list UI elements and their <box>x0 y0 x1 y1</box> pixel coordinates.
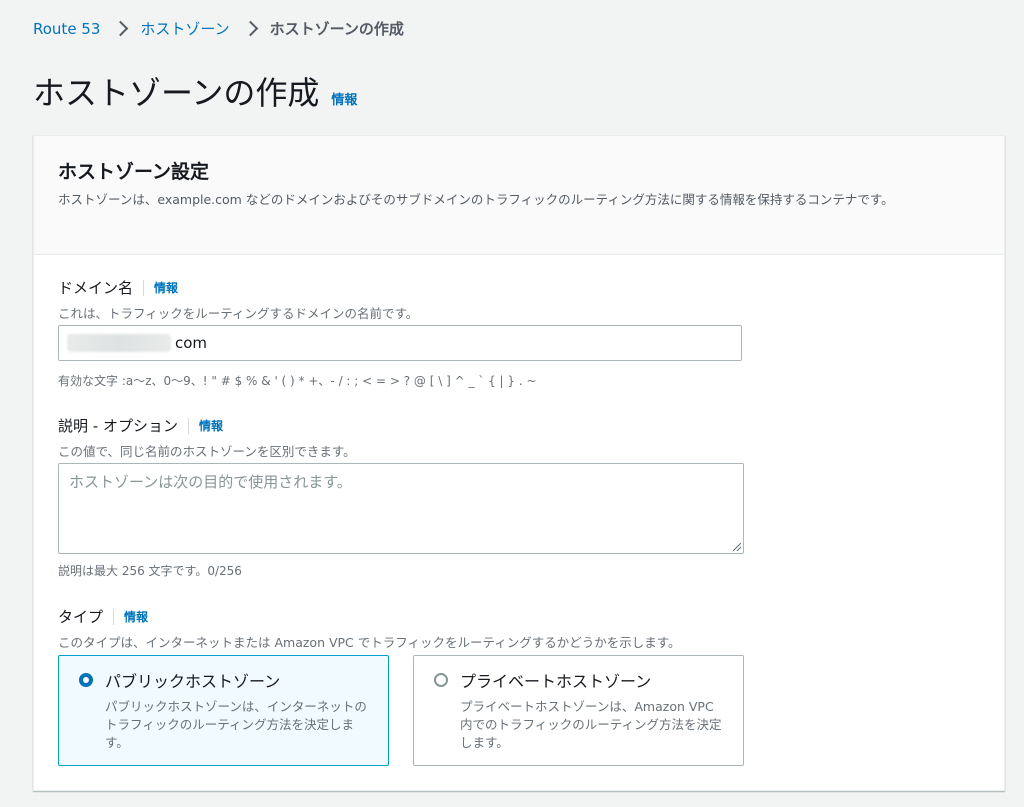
comment-description: この値で、同じ名前のホストゾーンを区別できます。 <box>58 444 356 459</box>
private-hosted-zone-description: プライベートホストゾーンは、Amazon VPC 内でのトラフィックのルーティン… <box>460 699 722 750</box>
breadcrumb-hosted-zones[interactable]: ホストゾーン <box>140 18 229 39</box>
divider <box>143 279 145 296</box>
domain-name-input[interactable]: com <box>58 325 742 361</box>
type-label: タイプ <box>58 608 104 626</box>
radio-unchecked-icon[interactable] <box>434 673 448 687</box>
radio-checked-icon[interactable] <box>79 673 93 687</box>
page-header: ホストゾーンの作成 情報 <box>33 68 357 114</box>
breadcrumb-route53[interactable]: Route 53 <box>33 20 100 38</box>
private-hosted-zone-tile[interactable]: プライベートホストゾーン プライベートホストゾーンは、Amazon VPC 内で… <box>413 655 744 766</box>
domain-name-description: これは、トラフィックをルーティングするドメインの名前です。 <box>58 306 419 321</box>
chevron-right-icon <box>113 20 129 37</box>
panel-header: ホストゾーン設定 ホストゾーンは、example.com などのドメインおよびそ… <box>34 136 1004 255</box>
comment-info-link[interactable]: 情報 <box>199 417 223 434</box>
comment-field: 説明 - オプション 情報 この値で、同じ名前のホストゾーンを区別できます。 <box>58 415 356 460</box>
hosted-zone-settings-panel: ホストゾーン設定 ホストゾーンは、example.com などのドメインおよびそ… <box>33 135 1005 791</box>
resize-handle-icon[interactable] <box>733 543 741 551</box>
domain-name-field: ドメイン名 情報 これは、トラフィックをルーティングするドメインの名前です。 <box>58 277 418 322</box>
domain-name-hint: 有効な文字 :a～z、0～9、! " # $ % & ' ( ) * +、- /… <box>58 374 537 388</box>
type-description: このタイプは、インターネットまたは Amazon VPC でトラフィックをルーテ… <box>58 635 681 650</box>
panel-description: ホストゾーンは、example.com などのドメインおよびそのサブドメインのト… <box>58 192 894 207</box>
private-hosted-zone-label: プライベートホストゾーン <box>460 672 652 691</box>
breadcrumb: Route 53 ホストゾーン ホストゾーンの作成 <box>33 18 404 39</box>
type-info-link[interactable]: 情報 <box>124 608 148 625</box>
domain-name-value: com <box>175 334 208 352</box>
breadcrumb-current: ホストゾーンの作成 <box>269 20 404 38</box>
comment-placeholder: ホストゾーンは次の目的で使用されます。 <box>69 473 352 491</box>
comment-label: 説明 - オプション <box>58 417 178 435</box>
public-hosted-zone-tile[interactable]: パブリックホストゾーン パブリックホストゾーンは、インターネットのトラフィックの… <box>58 655 389 766</box>
type-field: タイプ 情報 このタイプは、インターネットまたは Amazon VPC でトラフ… <box>58 606 681 651</box>
public-hosted-zone-description: パブリックホストゾーンは、インターネットのトラフィックのルーティング方法を決定し… <box>105 699 367 750</box>
page-title: ホストゾーンの作成 <box>33 74 320 112</box>
divider <box>187 417 189 434</box>
divider <box>113 608 115 625</box>
domain-info-link[interactable]: 情報 <box>154 279 178 296</box>
panel-title: ホストゾーン設定 <box>58 161 210 183</box>
chevron-right-icon <box>242 20 258 37</box>
comment-textarea[interactable]: ホストゾーンは次の目的で使用されます。 <box>58 463 744 554</box>
domain-name-label: ドメイン名 <box>58 279 134 297</box>
redacted-text <box>67 334 171 352</box>
comment-counter: 説明は最大 256 文字です。0/256 <box>58 564 242 578</box>
page-info-link[interactable]: 情報 <box>331 89 357 108</box>
public-hosted-zone-label: パブリックホストゾーン <box>105 672 281 691</box>
